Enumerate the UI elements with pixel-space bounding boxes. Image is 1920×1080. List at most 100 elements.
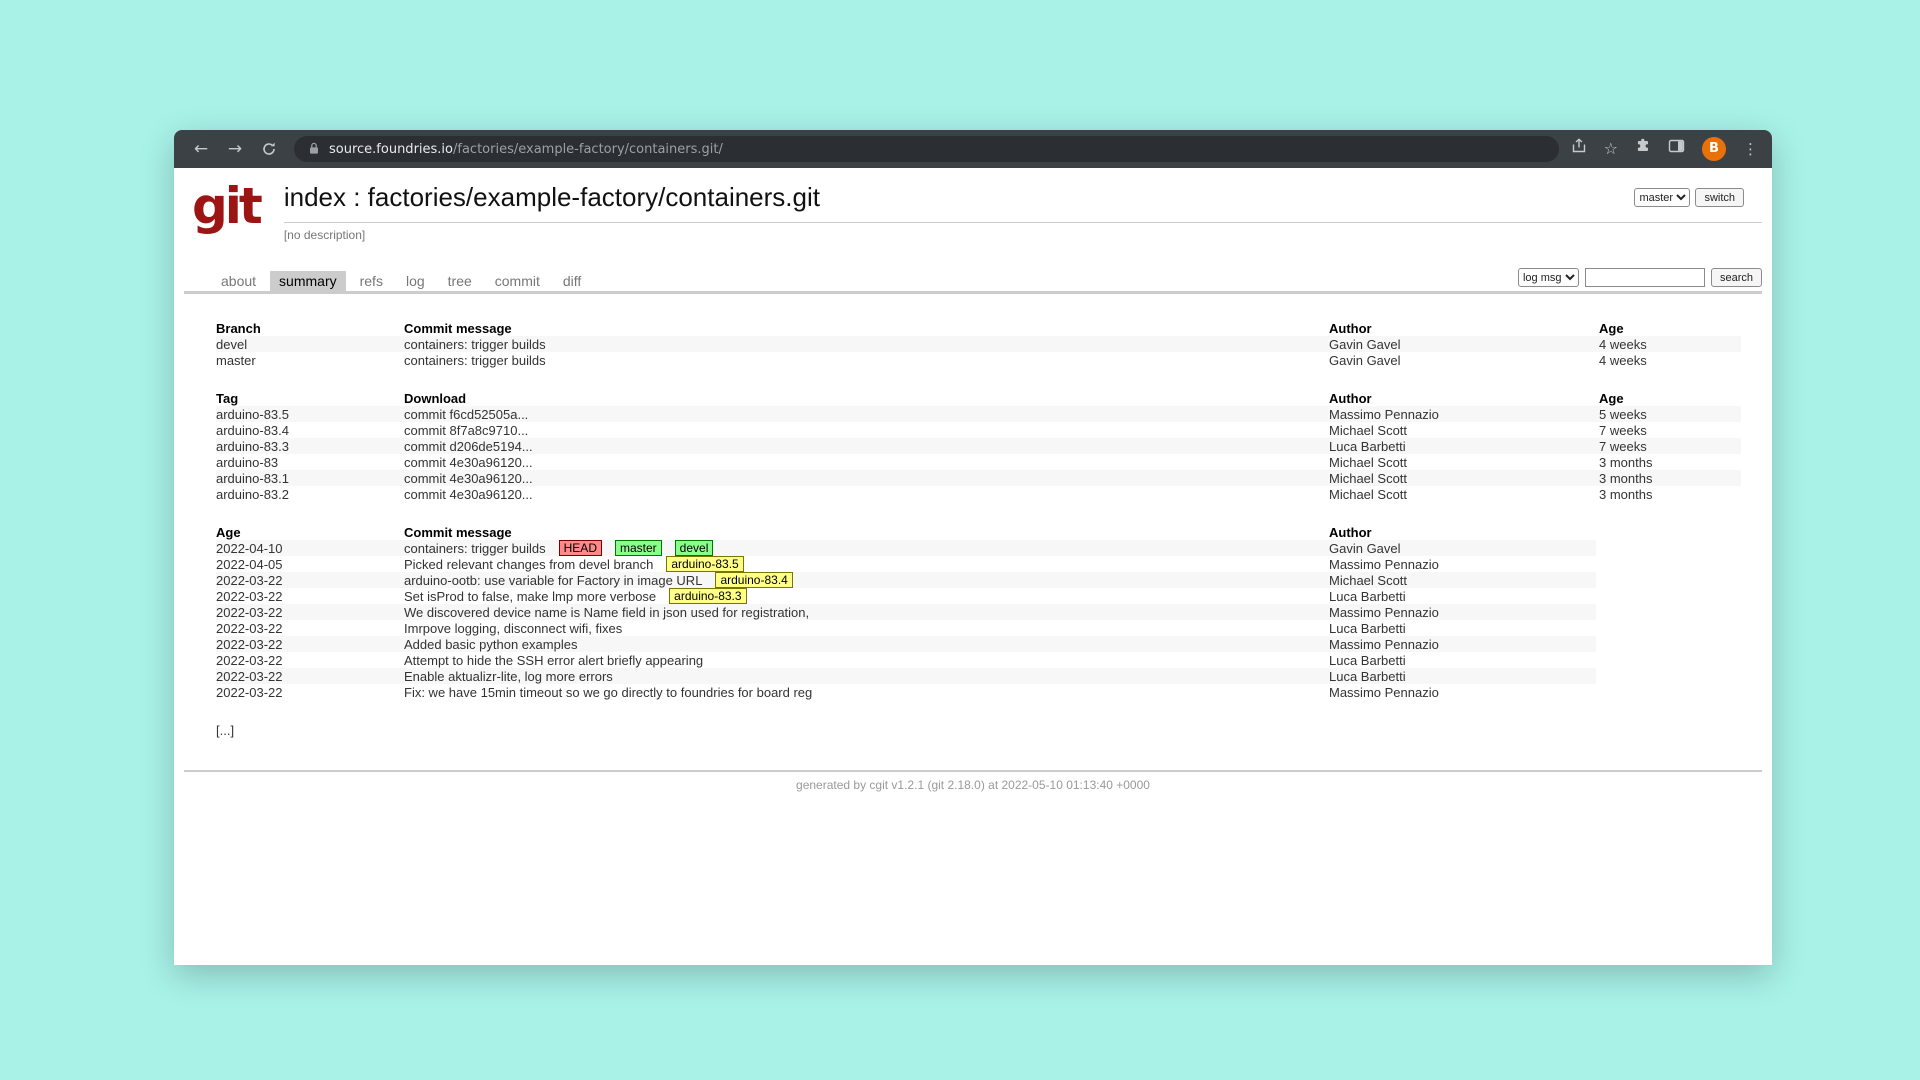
column-header: Tag [216, 390, 404, 406]
branch-decoration-badge[interactable]: master [615, 540, 662, 556]
commit-message-link[interactable]: arduino-ootb: use variable for Factory i… [404, 573, 702, 588]
author-name: Luca Barbetti [1329, 652, 1596, 668]
share-icon[interactable] [1571, 136, 1587, 162]
table-row: 2022-03-22Fix: we have 15min timeout so … [216, 684, 1596, 700]
commit-message-cell: We discovered device name is Name field … [404, 604, 1329, 620]
tab-tree[interactable]: tree [439, 271, 481, 291]
commit-date: 2022-03-22 [216, 652, 404, 668]
browser-window: ← → source.foundries.io/factories/exampl… [174, 130, 1772, 965]
table-row: 2022-03-22Imrpove logging, disconnect wi… [216, 620, 1596, 636]
table-row: arduino-83.5commit f6cd52505a...Massimo … [216, 406, 1741, 422]
column-header: Author [1329, 320, 1599, 336]
download-commit-link[interactable]: commit 4e30a96120... [404, 486, 1329, 502]
branch-name-link[interactable]: master [216, 352, 404, 368]
commit-message-link[interactable]: containers: trigger builds [404, 541, 546, 556]
branch-name-link[interactable]: devel [216, 336, 404, 352]
download-commit-link[interactable]: commit 4e30a96120... [404, 454, 1329, 470]
commit-message-link[interactable]: containers: trigger builds [404, 352, 1329, 368]
cgit-footer: generated by cgit v1.2.1 (git 2.18.0) at… [184, 770, 1762, 792]
commit-message-link[interactable]: Imrpove logging, disconnect wifi, fixes [404, 621, 622, 636]
download-commit-link[interactable]: commit d206de5194... [404, 438, 1329, 454]
table-row: 2022-03-22Set isProd to false, make lmp … [216, 588, 1596, 604]
age-value: 3 months [1599, 454, 1741, 470]
branch-select[interactable]: master [1634, 188, 1690, 207]
commit-message-cell: Added basic python examples [404, 636, 1329, 652]
commit-date: 2022-03-22 [216, 684, 404, 700]
toolbar-actions: ☆ B ⋮ [1571, 136, 1758, 162]
tag-decoration-badge[interactable]: arduino-83.3 [669, 588, 746, 604]
tab-refs[interactable]: refs [351, 271, 392, 291]
profile-avatar[interactable]: B [1702, 137, 1726, 161]
commit-message-link[interactable]: Fix: we have 15min timeout so we go dire… [404, 685, 812, 700]
back-icon[interactable]: ← [188, 136, 214, 162]
download-commit-link[interactable]: commit 8f7a8c9710... [404, 422, 1329, 438]
download-commit-link[interactable]: commit 4e30a96120... [404, 470, 1329, 486]
summary-content: BranchCommit messageAuthorAge develconta… [174, 294, 1772, 740]
commit-date: 2022-03-22 [216, 588, 404, 604]
commit-message-link[interactable]: Attempt to hide the SSH error alert brie… [404, 653, 703, 668]
author-name: Luca Barbetti [1329, 668, 1596, 684]
table-row: arduino-83commit 4e30a96120...Michael Sc… [216, 454, 1741, 470]
commit-message-link[interactable]: containers: trigger builds [404, 336, 1329, 352]
lock-icon[interactable] [308, 140, 320, 159]
author-name: Gavin Gavel [1329, 540, 1596, 556]
page-title[interactable]: index : factories/example-factory/contai… [284, 182, 820, 213]
switch-button[interactable]: switch [1695, 188, 1744, 207]
tag-name-link[interactable]: arduino-83.5 [216, 406, 404, 422]
author-name: Luca Barbetti [1329, 588, 1596, 604]
commit-message-link[interactable]: Added basic python examples [404, 637, 577, 652]
column-header: Commit message [404, 524, 1329, 540]
author-name: Massimo Pennazio [1329, 636, 1596, 652]
menu-kebab-icon[interactable]: ⋮ [1743, 140, 1758, 158]
table-row: 2022-03-22arduino-ootb: use variable for… [216, 572, 1596, 588]
column-header: Author [1329, 524, 1596, 540]
tag-decoration-badge[interactable]: arduino-83.5 [666, 556, 743, 572]
tag-name-link[interactable]: arduino-83.2 [216, 486, 404, 502]
tag-name-link[interactable]: arduino-83.1 [216, 470, 404, 486]
age-value: 3 months [1599, 470, 1741, 486]
tab-summary[interactable]: summary [270, 271, 346, 291]
head-decoration-badge[interactable]: HEAD [559, 540, 602, 556]
url-bar[interactable]: source.foundries.io/factories/example-fa… [294, 136, 1559, 162]
commit-message-link[interactable]: Enable aktualizr-lite, log more errors [404, 669, 613, 684]
table-row: 2022-04-05Picked relevant changes from d… [216, 556, 1596, 572]
commit-message-cell: Imrpove logging, disconnect wifi, fixes [404, 620, 1329, 636]
commit-message-cell: Picked relevant changes from devel branc… [404, 556, 1329, 572]
tag-decoration-badge[interactable]: arduino-83.4 [715, 572, 792, 588]
search-form: log msg search [1518, 268, 1762, 291]
author-name: Gavin Gavel [1329, 352, 1599, 368]
commit-message-link[interactable]: Picked relevant changes from devel branc… [404, 557, 653, 572]
table-row: 2022-03-22Added basic python examplesMas… [216, 636, 1596, 652]
tab-commit[interactable]: commit [486, 271, 549, 291]
tag-name-link[interactable]: arduino-83.3 [216, 438, 404, 454]
tab-diff[interactable]: diff [554, 271, 590, 291]
tab-log[interactable]: log [397, 271, 434, 291]
repo-description: [no description] [284, 223, 1762, 242]
commit-message-link[interactable]: Set isProd to false, make lmp more verbo… [404, 589, 656, 604]
extensions-icon[interactable] [1635, 136, 1651, 162]
tag-name-link[interactable]: arduino-83 [216, 454, 404, 470]
url-text: source.foundries.io/factories/example-fa… [329, 142, 723, 157]
tab-about[interactable]: about [212, 271, 265, 291]
log-more-link[interactable]: [...] [216, 723, 234, 738]
branch-decoration-badge[interactable]: devel [675, 540, 714, 556]
search-input[interactable] [1585, 268, 1705, 287]
cgit-logo[interactable]: git [192, 180, 260, 232]
commit-log-table: AgeCommit messageAuthor 2022-04-10contai… [216, 524, 1596, 700]
commit-date: 2022-04-05 [216, 556, 404, 572]
search-type-select[interactable]: log msg [1518, 268, 1579, 287]
commit-date: 2022-04-10 [216, 540, 404, 556]
forward-icon[interactable]: → [222, 136, 248, 162]
commit-message-link[interactable]: We discovered device name is Name field … [404, 605, 809, 620]
bookmark-star-icon[interactable]: ☆ [1604, 136, 1618, 162]
author-name: Massimo Pennazio [1329, 406, 1599, 422]
table-row: arduino-83.3commit d206de5194...Luca Bar… [216, 438, 1741, 454]
download-commit-link[interactable]: commit f6cd52505a... [404, 406, 1329, 422]
reload-icon[interactable] [256, 136, 282, 162]
branch-switch-form: master switch [1634, 188, 1744, 207]
table-row: 2022-03-22Attempt to hide the SSH error … [216, 652, 1596, 668]
side-panel-icon[interactable] [1668, 136, 1685, 162]
table-row: arduino-83.1commit 4e30a96120...Michael … [216, 470, 1741, 486]
search-button[interactable]: search [1711, 268, 1762, 287]
tag-name-link[interactable]: arduino-83.4 [216, 422, 404, 438]
